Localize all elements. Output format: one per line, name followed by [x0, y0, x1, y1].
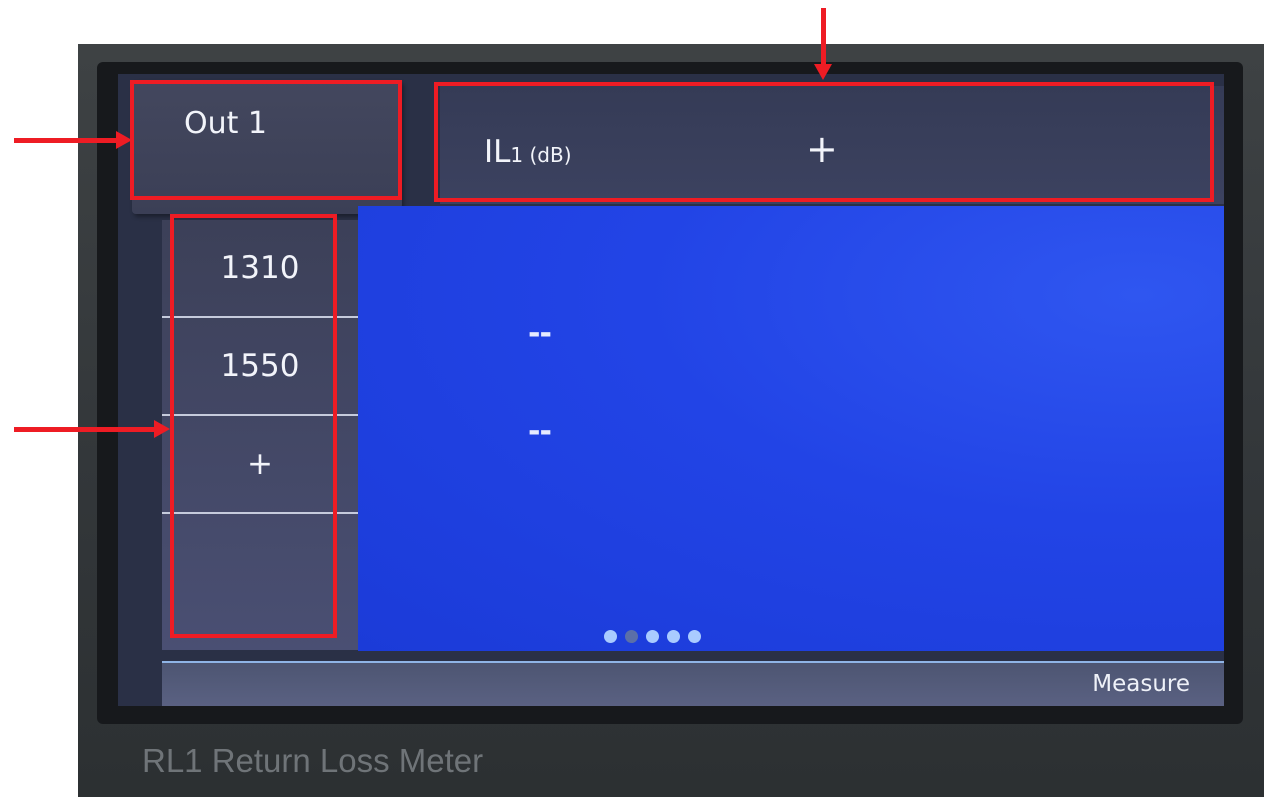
annotation-arrow-output-head: [116, 131, 132, 149]
il-value-1550: --: [528, 414, 552, 449]
page-dot[interactable]: [688, 630, 701, 643]
device-model-label: RL1 Return Loss Meter: [142, 742, 484, 779]
annotation-arrow-header-head: [814, 64, 832, 80]
annotation-box-header: [434, 82, 1214, 202]
annotation-arrow-output-shaft: [14, 138, 122, 143]
page-dot[interactable]: [646, 630, 659, 643]
measure-button[interactable]: Measure: [1092, 671, 1190, 697]
annotation-arrow-wavelengths-shaft: [14, 427, 158, 432]
page-dot[interactable]: [667, 630, 680, 643]
annotation-box-wavelengths: [170, 214, 337, 638]
annotation-arrow-wavelengths-head: [154, 420, 170, 438]
results-area: -- --: [358, 206, 1224, 651]
annotation-box-output: [130, 80, 402, 200]
annotation-arrow-header-shaft: [821, 8, 826, 70]
page-dot[interactable]: [604, 630, 617, 643]
page-indicator[interactable]: [604, 630, 701, 643]
il-value-1310: --: [528, 316, 552, 351]
footer-bar: Measure: [162, 663, 1224, 706]
page-dot-current[interactable]: [625, 630, 638, 643]
